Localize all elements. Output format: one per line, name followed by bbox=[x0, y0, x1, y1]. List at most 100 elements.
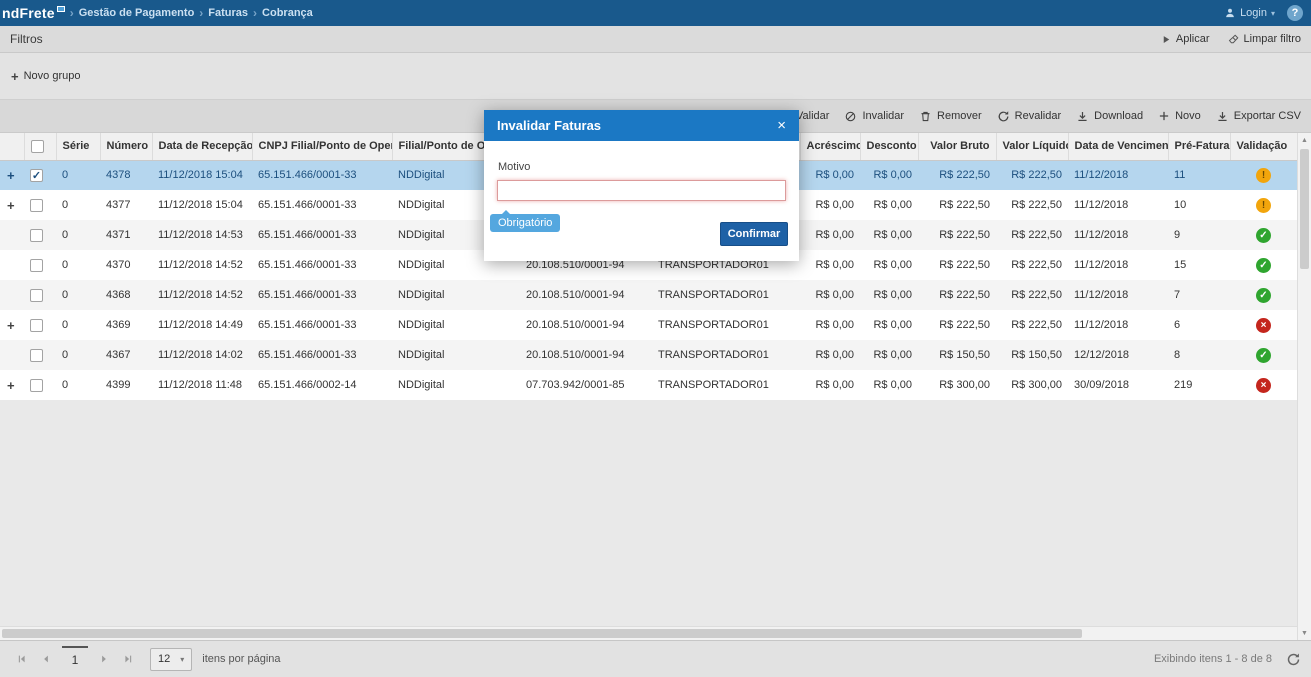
cell-valor-bruto: R$ 222,50 bbox=[939, 229, 990, 241]
breadcrumb-separator-icon: › bbox=[253, 6, 258, 20]
apply-filter-button[interactable]: Aplicar bbox=[1161, 33, 1210, 45]
header-serie[interactable]: Série bbox=[56, 133, 101, 161]
expand-plus-icon[interactable]: + bbox=[7, 198, 15, 213]
apply-filter-label: Aplicar bbox=[1175, 33, 1210, 45]
help-button[interactable]: ? bbox=[1287, 5, 1303, 21]
pager-next-button[interactable] bbox=[92, 647, 116, 671]
vertical-scrollbar[interactable]: ▲ ▼ bbox=[1297, 133, 1311, 640]
header-valor-liquido[interactable]: Valor Líquido bbox=[996, 133, 1069, 161]
cell-data-recepcao: 11/12/2018 11:48 bbox=[158, 379, 243, 391]
cell-numero: 4368 bbox=[106, 289, 131, 301]
table-row[interactable]: 0 4367 11/12/2018 14:02 65.151.466/0001-33 N… bbox=[0, 340, 1297, 370]
cell-data-recepcao: 11/12/2018 15:04 bbox=[158, 169, 243, 182]
breadcrumb-cobranca[interactable]: Cobrança bbox=[262, 7, 313, 19]
breadcrumb-faturas[interactable]: Faturas bbox=[208, 7, 248, 19]
cell-vencimento: 11/12/2018 bbox=[1074, 289, 1129, 301]
cell-validacao: ✓ bbox=[1230, 340, 1297, 370]
refresh-button[interactable] bbox=[1286, 652, 1301, 667]
download-button[interactable]: Download bbox=[1076, 110, 1143, 123]
cell-acrescimo: R$ 0,00 bbox=[815, 259, 854, 271]
header-numero[interactable]: Número bbox=[100, 133, 153, 161]
motivo-input[interactable] bbox=[497, 180, 786, 201]
cell-checkbox bbox=[24, 370, 56, 400]
pager-prev-button[interactable] bbox=[34, 647, 58, 671]
page-number-current[interactable]: 1 bbox=[62, 645, 88, 673]
cell-desconto: R$ 0,00 bbox=[873, 319, 912, 331]
scroll-down-icon[interactable]: ▼ bbox=[1298, 626, 1311, 640]
cell-cnpj-filial: 65.151.466/0001-33 bbox=[258, 289, 357, 301]
validate-label: Validar bbox=[796, 110, 830, 122]
row-checkbox[interactable]: ✓ bbox=[30, 168, 43, 182]
cell-numero: 4371 bbox=[106, 229, 131, 241]
header-acrescimo-label: Acréscimo bbox=[806, 140, 860, 153]
cell-filial: NDDigital bbox=[398, 379, 445, 391]
cell-data-recepcao: 11/12/2018 14:52 bbox=[158, 289, 243, 301]
pager-first-button[interactable] bbox=[10, 647, 34, 671]
row-checkbox[interactable] bbox=[30, 318, 43, 332]
logo-flag-icon bbox=[56, 6, 65, 12]
table-row[interactable]: 0 4368 11/12/2018 14:52 65.151.466/0001-33 N… bbox=[0, 280, 1297, 310]
row-checkbox[interactable] bbox=[30, 348, 43, 362]
items-per-page-label: itens por página bbox=[202, 653, 281, 665]
invalidate-button[interactable]: Invalidar bbox=[844, 110, 904, 123]
horizontal-scrollbar[interactable] bbox=[0, 626, 1297, 640]
cell-serie: 0 bbox=[62, 319, 69, 331]
row-checkbox[interactable] bbox=[30, 198, 43, 212]
cell-valor-liquido: R$ 222,50 bbox=[1011, 319, 1062, 331]
remove-button[interactable]: Remover bbox=[919, 110, 982, 123]
login-menu[interactable]: Login ▾ bbox=[1224, 7, 1275, 19]
breadcrumb-gestao-pagamento[interactable]: Gestão de Pagamento bbox=[79, 7, 195, 19]
cell-serie: 0 bbox=[62, 349, 69, 361]
expand-plus-icon[interactable]: + bbox=[7, 378, 15, 393]
expand-plus-icon[interactable]: + bbox=[7, 318, 15, 333]
download-icon bbox=[1078, 111, 1087, 121]
new-button[interactable]: Novo bbox=[1158, 110, 1201, 122]
row-checkbox[interactable] bbox=[30, 378, 43, 392]
cell-valor-liquido: R$ 150,50 bbox=[1011, 349, 1062, 361]
cell-desconto: R$ 0,00 bbox=[873, 289, 912, 301]
pager-last-button[interactable] bbox=[116, 647, 140, 671]
header-desconto[interactable]: Desconto bbox=[860, 133, 919, 161]
revalidate-button[interactable]: Revalidar bbox=[997, 110, 1061, 123]
cell-checkbox bbox=[24, 310, 56, 340]
header-cnpj-filial-label: CNPJ Filial/Ponto de Operação bbox=[258, 140, 392, 153]
cell-cnpj-transportador: 20.108.510/0001-94 bbox=[526, 319, 625, 331]
row-checkbox[interactable] bbox=[30, 288, 43, 302]
expand-plus-icon[interactable]: + bbox=[7, 168, 15, 183]
confirm-button[interactable]: Confirmar bbox=[720, 222, 788, 246]
header-acrescimo[interactable]: Acréscimo bbox=[800, 133, 861, 161]
header-cnpj-filial[interactable]: CNPJ Filial/Ponto de Operação bbox=[252, 133, 393, 161]
header-vencimento[interactable]: Data de Vencimento bbox=[1068, 133, 1169, 161]
cell-checkbox: ✓ bbox=[24, 160, 56, 190]
scroll-up-icon[interactable]: ▲ bbox=[1298, 133, 1311, 147]
header-valor-bruto[interactable]: Valor Bruto bbox=[918, 133, 997, 161]
select-all-checkbox[interactable] bbox=[30, 139, 44, 153]
row-checkbox[interactable] bbox=[30, 228, 43, 242]
close-icon[interactable]: × bbox=[777, 118, 786, 133]
cell-expand: + bbox=[0, 310, 24, 340]
clear-filter-button[interactable]: Limpar filtro bbox=[1228, 33, 1301, 45]
cell-valor-bruto: R$ 222,50 bbox=[939, 289, 990, 301]
cell-valor-liquido: R$ 300,00 bbox=[1011, 379, 1062, 391]
first-page-icon bbox=[18, 655, 25, 663]
row-checkbox[interactable] bbox=[30, 258, 43, 272]
trash-icon bbox=[921, 111, 930, 121]
per-page-select[interactable]: 12 ▾ bbox=[150, 647, 193, 671]
horizontal-scrollbar-thumb[interactable] bbox=[2, 629, 1082, 638]
new-group-button[interactable]: + Novo grupo bbox=[11, 69, 80, 84]
login-label: Login bbox=[1240, 7, 1267, 19]
table-row[interactable]: +0 4399 11/12/2018 11:48 65.151.466/0002-14… bbox=[0, 370, 1297, 400]
header-pre-fatura[interactable]: Pré-Fatura bbox=[1168, 133, 1231, 161]
table-row[interactable]: +0 4369 11/12/2018 14:49 65.151.466/0001-33… bbox=[0, 310, 1297, 340]
cell-numero: 4367 bbox=[106, 349, 131, 361]
cell-checkbox bbox=[24, 280, 56, 310]
header-pre-fatura-label: Pré-Fatura bbox=[1174, 140, 1230, 153]
validation-warning-icon: ! bbox=[1256, 197, 1271, 213]
export-csv-button[interactable]: Exportar CSV bbox=[1216, 110, 1301, 123]
header-data-recepcao[interactable]: Data de Recepção↓ bbox=[152, 133, 253, 161]
invalidate-invoices-modal: Invalidar Faturas × Motivo Obrigatório C… bbox=[484, 110, 799, 261]
app-logo[interactable]: ndFrete bbox=[2, 5, 65, 21]
cell-desconto: R$ 0,00 bbox=[873, 199, 912, 211]
header-validacao[interactable]: Validação bbox=[1230, 133, 1297, 161]
vertical-scrollbar-thumb[interactable] bbox=[1300, 149, 1309, 269]
